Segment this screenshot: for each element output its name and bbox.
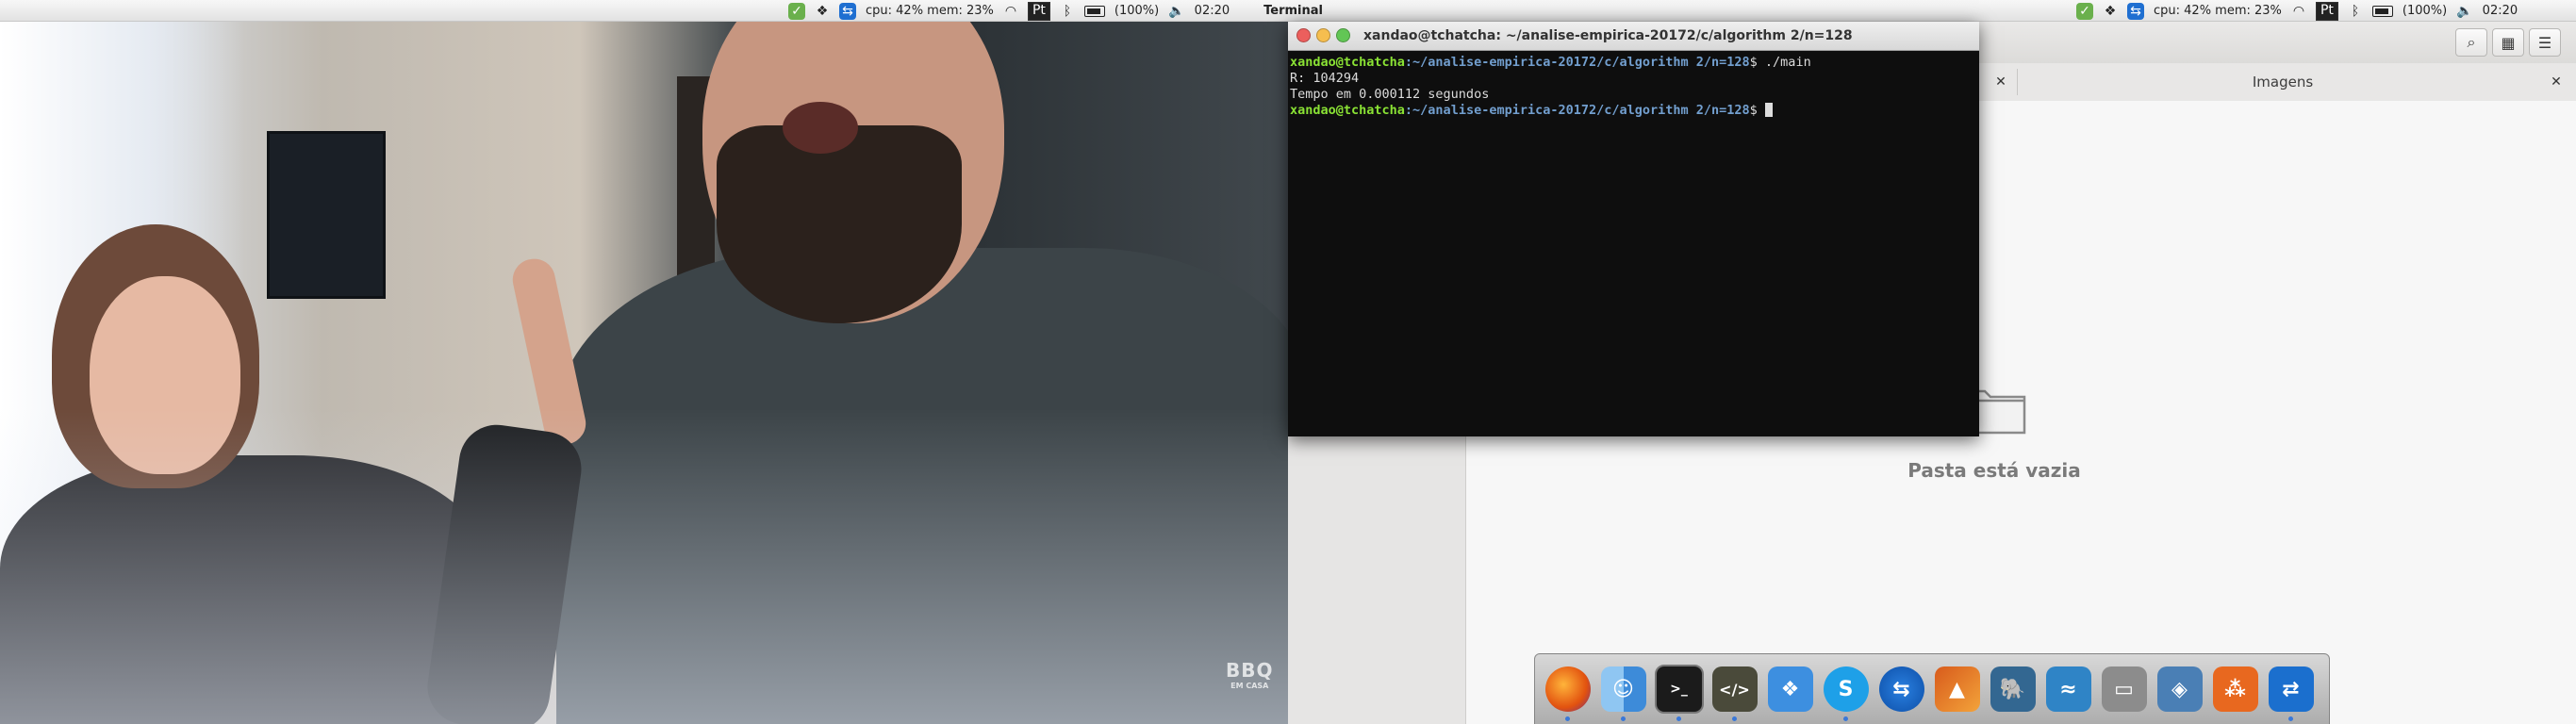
terminal-window[interactable]: xandao@tchatcha: ~/analise-empirica-2017… (1288, 22, 1979, 436)
dock-item-virtualbox[interactable]: ◈ (2155, 661, 2204, 717)
terminal-prompt-line[interactable]: xandao@tchatcha:~/analise-empirica-20172… (1290, 103, 1973, 119)
dock-item-matlab[interactable]: ▲ (1932, 661, 1982, 717)
dropbox-icon: ❖ (1767, 666, 1813, 712)
battery-percent: (100%) (2402, 4, 2448, 18)
view-mode-button[interactable]: ▦ (2492, 28, 2524, 57)
dropbox-icon[interactable]: ❖ (2103, 3, 2118, 20)
volume-icon[interactable]: 🔈 (1168, 3, 1184, 20)
maximize-window-button[interactable] (1336, 28, 1350, 42)
panel-tray-left: ✓ ❖ ⇆ cpu: 42% mem: 23% ◠ Pt ᛒ (100%) 🔈 … (788, 0, 1323, 22)
tab-separator (2017, 69, 2018, 95)
dropbox-icon[interactable]: ❖ (815, 3, 830, 20)
running-indicator (1621, 716, 1626, 721)
running-indicator (1843, 716, 1848, 721)
terminal-line: R: 104294 (1290, 71, 1360, 86)
firefox-icon (1544, 666, 1591, 712)
active-app-name[interactable]: Terminal (1263, 4, 1323, 18)
clock[interactable]: 02:20 (1195, 4, 1230, 18)
close-window-button[interactable] (1296, 28, 1311, 42)
keyboard-layout-indicator[interactable]: Pt (2315, 1, 2338, 21)
skype-icon: S (1823, 666, 1869, 712)
bluetooth-icon[interactable]: ᛒ (1060, 3, 1075, 20)
panel-tray-right: ✓ ❖ ⇆ cpu: 42% mem: 23% ◠ Pt ᛒ (100%) 🔈 … (2076, 0, 2542, 22)
minimize-window-button[interactable] (1316, 28, 1330, 42)
channel-watermark: BBQ EM CASA (1226, 659, 1274, 690)
apple-menu-icon[interactable] (2527, 3, 2542, 20)
apple-menu-icon[interactable] (1239, 3, 1254, 20)
dock: ☺ >_ </> ❖ S ⇆ ▲ 🐘 ≈ ▭ ◈ ⁂ ⇄ (1534, 653, 2330, 724)
dock-item-postgresql[interactable]: 🐘 (1988, 661, 2038, 717)
grid-icon: ▦ (2501, 33, 2516, 52)
video-player[interactable]: BBQ EM CASA (0, 22, 1288, 724)
keyboard-layout-indicator[interactable]: Pt (1027, 1, 1050, 21)
terminal-title: xandao@tchatcha: ~/analise-empirica-2017… (1363, 28, 1853, 43)
matlab-icon: ▲ (1934, 666, 1980, 712)
finder-icon: ☺ (1600, 666, 1646, 712)
dock-item-teamviewer[interactable]: ⇆ (1876, 661, 1926, 717)
scanner-icon: ▭ (2101, 666, 2147, 712)
teamviewer-alt-icon: ⇄ (2268, 666, 2314, 712)
empty-folder-message: Pasta está vazia (1907, 459, 2081, 482)
terminal-icon: >_ (1654, 665, 1704, 714)
checkmark-app-icon[interactable]: ✓ (2076, 2, 2093, 20)
dock-item-terminal[interactable]: >_ (1654, 661, 1704, 721)
dock-item-scanner[interactable]: ▭ (2099, 661, 2149, 717)
battery-icon[interactable] (2371, 3, 2393, 20)
cpu-mem-indicator[interactable]: cpu: 42% mem: 23% (2154, 4, 2282, 18)
postgresql-icon: 🐘 (1990, 666, 2036, 712)
running-indicator (2288, 716, 2293, 721)
menu-button[interactable]: ☰ (2529, 28, 2561, 57)
teamviewer-icon[interactable]: ⇆ (2127, 2, 2144, 20)
dock-item-dropbox[interactable]: ❖ (1765, 661, 1815, 717)
hamburger-icon: ☰ (2537, 33, 2552, 52)
terminal-titlebar[interactable]: xandao@tchatcha: ~/analise-empirica-2017… (1288, 22, 1979, 51)
dock-item-firefox[interactable] (1543, 661, 1593, 721)
cpu-mem-indicator[interactable]: cpu: 42% mem: 23% (866, 4, 994, 18)
terminal-output[interactable]: xandao@tchatcha:~/analise-empirica-20172… (1290, 55, 1973, 119)
teamviewer-icon: ⇆ (1878, 666, 1924, 712)
dock-item-skype[interactable]: S (1821, 661, 1871, 721)
app-grid-icon: ⁂ (2212, 666, 2258, 712)
teamviewer-icon[interactable]: ⇆ (839, 2, 856, 20)
checkmark-app-icon[interactable]: ✓ (788, 2, 805, 20)
dock-item-code-editor[interactable]: </> (1709, 661, 1759, 721)
dock-item-mysql-workbench[interactable]: ≈ (2043, 661, 2093, 717)
terminal-line: Tempo em 0.000112 segundos (1290, 87, 1490, 102)
video-scene-haze (0, 22, 1288, 724)
clock[interactable]: 02:20 (2483, 4, 2518, 18)
search-button[interactable]: ⌕ (2455, 28, 2487, 57)
dock-item-teamviewer-alt[interactable]: ⇄ (2266, 661, 2316, 721)
text-cursor (1764, 103, 1773, 117)
battery-percent: (100%) (1114, 4, 1160, 18)
tab-close-icon[interactable]: ✕ (2547, 73, 2566, 91)
terminal-line: xandao@tchatcha:~/analise-empirica-20172… (1290, 55, 1811, 70)
wifi-icon[interactable]: ◠ (1003, 3, 1018, 20)
wifi-icon[interactable]: ◠ (2291, 3, 2306, 20)
tab-imagens[interactable]: Imagens (2019, 63, 2547, 101)
running-indicator (1732, 716, 1737, 721)
dock-item-finder[interactable]: ☺ (1598, 661, 1648, 721)
running-indicator (1565, 716, 1570, 721)
battery-icon[interactable] (1083, 3, 1105, 20)
tab-label: Imagens (2252, 74, 2314, 90)
top-panel: ✓ ❖ ⇆ cpu: 42% mem: 23% ◠ Pt ᛒ (100%) 🔈 … (0, 0, 2576, 22)
dock-item-apps[interactable]: ⁂ (2210, 661, 2260, 717)
code-editor-icon: </> (1711, 666, 1758, 712)
search-icon: ⌕ (2467, 33, 2476, 51)
mysql-workbench-icon: ≈ (2045, 666, 2091, 712)
volume-icon[interactable]: 🔈 (2456, 3, 2472, 20)
running-indicator (1676, 716, 1681, 721)
bluetooth-icon[interactable]: ᛒ (2348, 3, 2363, 20)
virtualbox-icon: ◈ (2156, 666, 2203, 712)
tab-close-icon[interactable]: ✕ (1991, 73, 2010, 91)
